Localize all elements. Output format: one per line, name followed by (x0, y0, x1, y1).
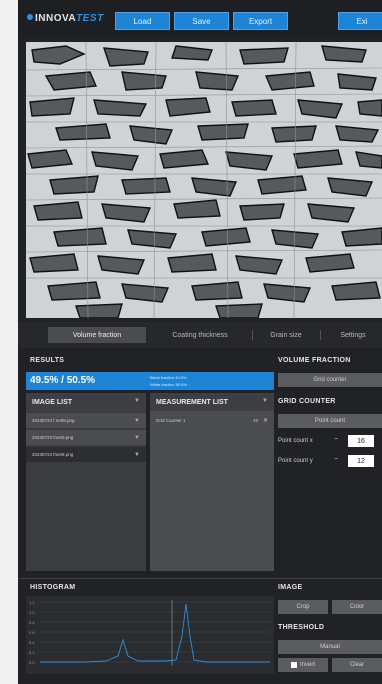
exit-button[interactable]: Exi (338, 12, 382, 30)
crop-button[interactable]: Crop (278, 600, 328, 614)
histogram-y-tick: 0.6 (29, 630, 35, 635)
manual-button[interactable]: Manual (278, 640, 382, 654)
point-count-y-label: Point count y (278, 458, 313, 464)
black-fraction-text: Black fraction 49.5% (150, 375, 187, 380)
brand-dot-icon (27, 14, 33, 20)
histogram-curve (40, 603, 270, 663)
minus-icon[interactable]: − (334, 456, 338, 463)
brand-logo: INNOVATEST (27, 13, 104, 24)
image-item-label: 20230723 fne09.png (32, 435, 74, 440)
white-fraction-text: White fraction 50.5% (150, 382, 187, 387)
image-list: 20230723 f ne08.png ▼ 20230723 fne09.png ▼… (26, 411, 146, 571)
image-item-label: 20230723 f ne08.png (32, 418, 75, 423)
measurement-list: Grid Counter 1 49 ✕ (150, 411, 274, 571)
histogram-y-tick: 0.4 (29, 640, 35, 645)
histogram-y-tick: 0.8 (29, 620, 35, 625)
mode-tabs: Volume fraction Coating thickness Grain … (18, 322, 382, 348)
list-item[interactable]: 20230723 f ne08.png ▼ (26, 413, 146, 428)
save-button[interactable]: Save (174, 12, 229, 30)
load-button[interactable]: Load (115, 12, 170, 30)
list-item[interactable]: Grid Counter 1 49 ✕ (150, 413, 274, 428)
section-divider (18, 578, 382, 579)
image-title: IMAGE (278, 584, 303, 591)
point-count-button[interactable]: Point count (278, 414, 382, 428)
histogram-chart[interactable]: 1.2 1.0 0.8 0.6 0.4 0.2 0.0 (26, 596, 274, 674)
histogram-title: HISTOGRAM (30, 584, 76, 591)
minus-icon[interactable]: − (334, 436, 338, 443)
image-list-title: IMAGE LIST (32, 398, 73, 406)
histogram-y-tick: 1.0 (29, 610, 35, 615)
chevron-down-icon: ▼ (134, 451, 140, 458)
brand-name: INNOVA (35, 13, 77, 24)
grid-counter-title: GRID COUNTER (278, 398, 336, 405)
app-window: INNOVATEST Load Save Export Exi Volume f… (18, 0, 382, 684)
measurement-list-header: MEASUREMENT LIST ▼ (150, 393, 274, 411)
measurement-list-title: MEASUREMENT LIST (156, 398, 228, 406)
histogram-y-tick: 1.2 (29, 600, 35, 605)
tab-coating-thickness[interactable]: Coating thickness (152, 327, 248, 343)
measurement-value: 49 (252, 418, 258, 423)
measurement-name: Grid Counter 1 (156, 418, 186, 423)
histogram-plot: 1.2 1.0 0.8 0.6 0.4 0.2 0.0 (29, 600, 270, 666)
invert-label: Invert (299, 662, 315, 668)
list-item[interactable]: 20230723 fne09.png ▼ (26, 430, 146, 445)
volume-fraction-title: VOLUME FRACTION (278, 357, 351, 364)
list-item[interactable]: 20230723 fne08.png ▼ (26, 447, 146, 462)
top-bar: INNOVATEST Load Save Export Exi (18, 0, 382, 38)
tab-settings[interactable]: Settings (324, 327, 382, 343)
histogram-y-tick: 0.0 (29, 660, 35, 665)
image-item-label: 20230723 fne08.png (32, 452, 74, 457)
chevron-down-icon[interactable]: ▼ (262, 398, 268, 404)
point-count-y-input[interactable]: 12 (348, 455, 374, 467)
grid-counter-button[interactable]: Grid counter (278, 373, 382, 387)
micrograph-image[interactable] (26, 42, 382, 318)
point-count-x-label: Point count x (278, 438, 313, 444)
close-icon[interactable]: ✕ (263, 417, 268, 424)
histogram-y-tick: 0.2 (29, 650, 35, 655)
point-count-x-input[interactable]: 16 (348, 435, 374, 447)
chevron-down-icon: ▼ (134, 434, 140, 441)
color-button[interactable]: Color (332, 600, 382, 614)
checkbox-icon (290, 662, 297, 668)
brand-accent: TEST (76, 13, 104, 24)
clear-button[interactable]: Clear (332, 658, 382, 672)
micrograph-grains (26, 42, 382, 318)
results-title: RESULTS (30, 357, 65, 364)
invert-checkbox[interactable]: Invert (278, 658, 328, 672)
results-ratio: 49.5% / 50.5% (30, 375, 96, 386)
tab-volume-fraction[interactable]: Volume fraction (48, 327, 146, 343)
image-list-header: IMAGE LIST ▼ (26, 393, 146, 411)
export-button[interactable]: Export (233, 12, 288, 30)
tab-grain-size[interactable]: Grain size (256, 327, 316, 343)
threshold-title: THRESHOLD (278, 624, 325, 631)
chevron-down-icon[interactable]: ▼ (134, 398, 140, 404)
results-bar: 49.5% / 50.5% Black fraction 49.5% White… (26, 372, 274, 390)
tab-divider (320, 330, 321, 340)
tab-divider (252, 330, 253, 340)
chevron-down-icon: ▼ (134, 417, 140, 424)
